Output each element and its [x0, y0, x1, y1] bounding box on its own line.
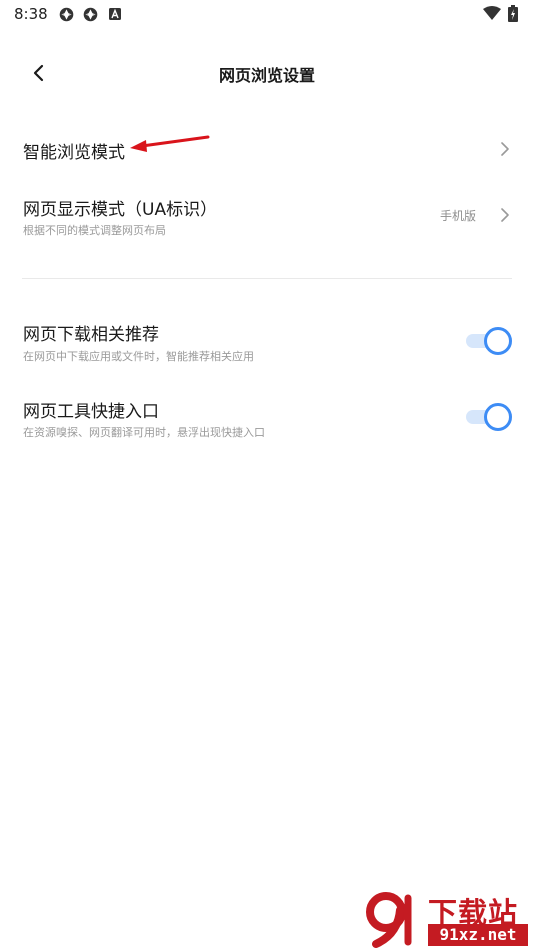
tool-shortcut-item: 网页工具快捷入口 在资源嗅探、网页翻译可用时，悬浮出现快捷入口 — [0, 390, 534, 460]
display-mode-description: 根据不同的模式调整网页布局 — [23, 224, 166, 237]
a-letter-icon — [109, 8, 121, 20]
display-mode-item[interactable]: 网页显示模式（UA标识） 根据不同的模式调整网页布局 手机版 — [0, 180, 534, 250]
chevron-right-icon — [501, 208, 509, 222]
page-title: 网页浏览设置 — [218, 66, 315, 85]
smart-browse-mode-item[interactable]: 智能浏览模式 — [0, 118, 534, 180]
annotation-arrow — [130, 135, 210, 152]
toggle-knob — [484, 403, 512, 431]
tool-shortcut-toggle[interactable] — [466, 403, 512, 431]
battery-charging-icon — [508, 5, 518, 22]
wifi-icon — [483, 6, 501, 20]
tool-shortcut-description: 在资源嗅探、网页翻译可用时，悬浮出现快捷入口 — [23, 426, 265, 439]
download-recommend-item: 网页下载相关推荐 在网页中下载应用或文件时，智能推荐相关应用 — [0, 306, 534, 376]
toggle-knob — [484, 327, 512, 355]
download-recommend-description: 在网页中下载应用或文件时，智能推荐相关应用 — [23, 350, 254, 363]
app-notification-icon — [59, 7, 74, 22]
display-mode-value: 手机版 — [439, 209, 476, 223]
watermark-logo-icon — [366, 892, 412, 948]
app-notification-icon — [83, 7, 98, 22]
chevron-right-icon — [501, 142, 509, 156]
download-recommend-label: 网页下载相关推荐 — [23, 325, 159, 345]
tool-shortcut-label: 网页工具快捷入口 — [23, 402, 159, 422]
download-recommend-toggle[interactable] — [466, 327, 512, 355]
display-mode-label: 网页显示模式（UA标识） — [23, 200, 218, 220]
site-watermark: 下载站 91xz.net — [362, 890, 530, 948]
smart-browse-mode-label: 智能浏览模式 — [23, 143, 125, 163]
watermark-domain: 91xz.net — [428, 924, 528, 946]
status-bar: 8:38 — [0, 0, 534, 30]
status-time: 8:38 — [14, 5, 48, 23]
section-divider — [22, 278, 512, 279]
page-header: 网页浏览设置 — [0, 44, 534, 104]
settings-screen: 8:38 网页浏览设置 智能浏览模式 网页显示模式（UA标识） 根据不同的模式调… — [0, 0, 534, 950]
